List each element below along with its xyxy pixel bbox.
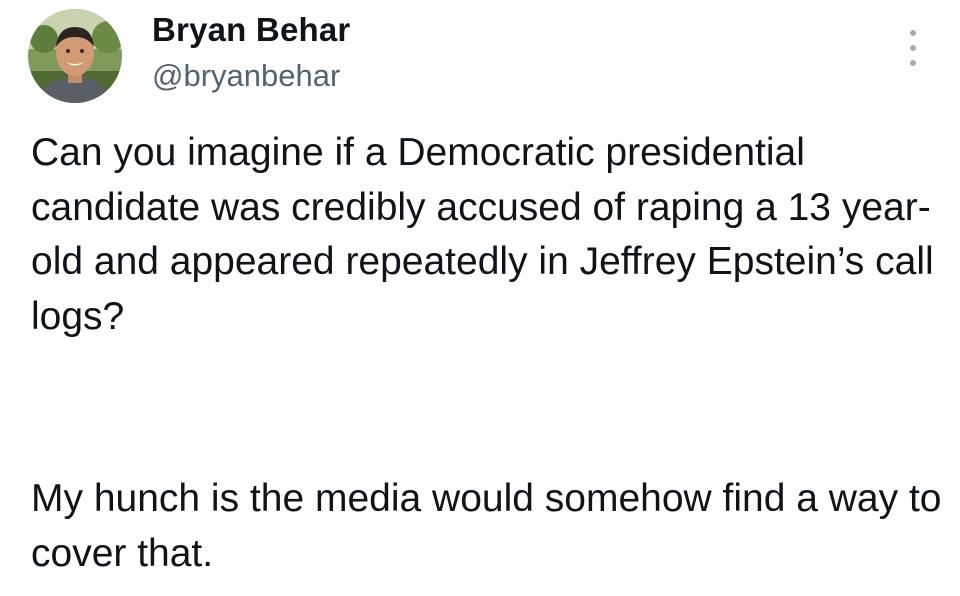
tweet-text-paragraph-2: My hunch is the media would somehow find… [31, 477, 942, 575]
tweet-card: Bryan Behar @bryanbehar Can you imagine … [0, 0, 960, 596]
author-handle[interactable]: @bryanbehar [152, 57, 340, 95]
more-options-dot [910, 45, 916, 51]
avatar[interactable] [28, 9, 122, 103]
author-display-name[interactable]: Bryan Behar [152, 10, 350, 50]
more-options-dot [910, 30, 916, 36]
more-options-icon[interactable] [898, 30, 928, 66]
more-options-dot [910, 60, 916, 66]
tweet-text-paragraph-1: Can you imagine if a Democratic presiden… [31, 131, 934, 338]
profile-photo-icon [28, 9, 122, 103]
